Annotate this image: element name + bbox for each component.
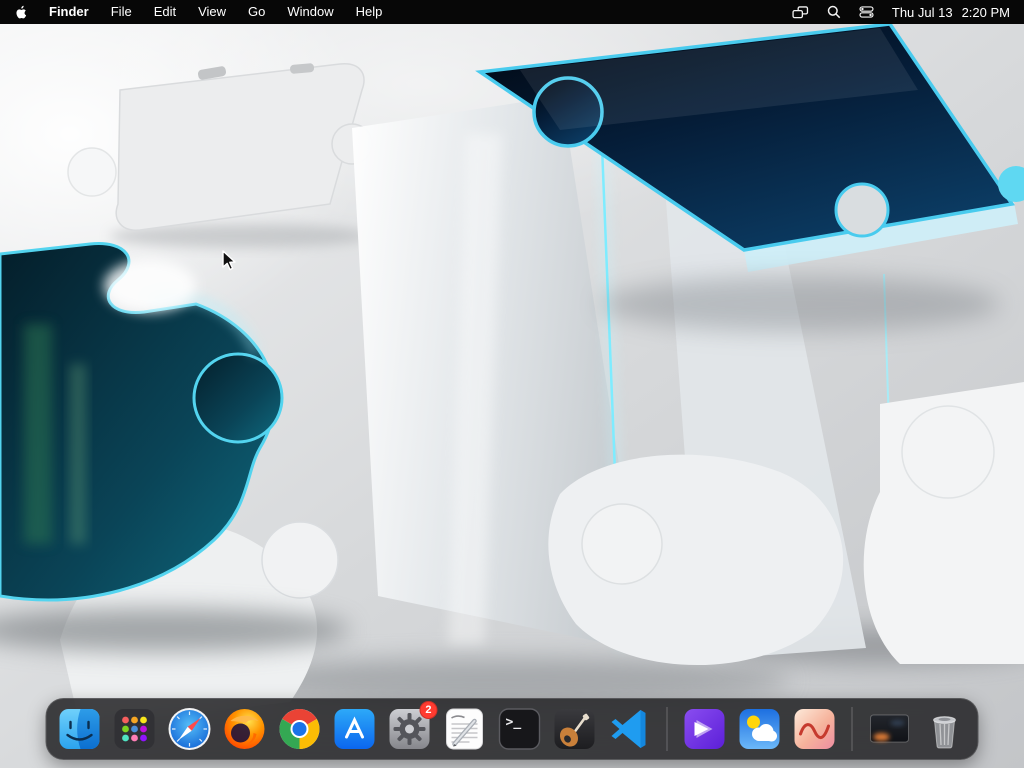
dock-firefox-icon[interactable] — [222, 706, 268, 752]
dock-app-store-icon[interactable] — [332, 706, 378, 752]
menu-bar-clock[interactable]: Thu Jul 13 2:20 PM — [892, 5, 1010, 20]
menu-bar-left: Finder File Edit View Go Window Help — [14, 0, 382, 24]
dock-terminal-icon[interactable]: >_ — [497, 706, 543, 752]
menu-edit[interactable]: Edit — [154, 0, 176, 24]
app-menu-finder[interactable]: Finder — [49, 0, 89, 24]
dock-separator — [851, 707, 853, 751]
menu-go[interactable]: Go — [248, 0, 265, 24]
macos-desktop: Finder File Edit View Go Window Help Thu… — [0, 0, 1024, 768]
puzzle-wallpaper-art — [0, 24, 1024, 768]
screen-mirroring-icon[interactable] — [792, 5, 809, 19]
dock-weather-icon[interactable] — [737, 706, 783, 752]
dock-file-thumbnail[interactable] — [867, 706, 913, 752]
dock-textedit-icon[interactable] — [442, 706, 488, 752]
settings-badge: 2 — [419, 701, 438, 719]
clock-date: Thu Jul 13 — [891, 4, 953, 20]
dock: 2 >_ — [45, 698, 979, 760]
desktop-wallpaper[interactable] — [0, 24, 1024, 768]
apple-menu-icon[interactable] — [14, 5, 27, 20]
control-center-icon[interactable] — [859, 6, 874, 18]
dock-system-settings-icon[interactable]: 2 — [387, 701, 438, 752]
menu-help[interactable]: Help — [356, 0, 383, 24]
dock-vscode-icon[interactable] — [607, 706, 653, 752]
menu-bar: Finder File Edit View Go Window Help Thu… — [0, 0, 1024, 24]
dock-chrome-icon[interactable] — [277, 706, 323, 752]
dock-separator — [666, 707, 668, 751]
dock-waveform-app-icon[interactable] — [792, 706, 838, 752]
spotlight-search-icon[interactable] — [827, 5, 841, 19]
dock-finder-icon[interactable] — [57, 706, 103, 752]
clock-time: 2:20 PM — [961, 4, 1010, 20]
dock-purple-app-icon[interactable] — [682, 706, 728, 752]
menu-window[interactable]: Window — [287, 0, 333, 24]
menu-file[interactable]: File — [111, 0, 132, 24]
dock-trash-icon[interactable] — [922, 706, 968, 752]
dock-launchpad-icon[interactable] — [112, 706, 158, 752]
dock-garageband-icon[interactable] — [552, 706, 598, 752]
dock-safari-icon[interactable] — [167, 706, 213, 752]
menu-view[interactable]: View — [198, 0, 226, 24]
terminal-prompt-glyph: >_ — [506, 715, 522, 730]
menu-bar-status: Thu Jul 13 2:20 PM — [792, 5, 1010, 20]
